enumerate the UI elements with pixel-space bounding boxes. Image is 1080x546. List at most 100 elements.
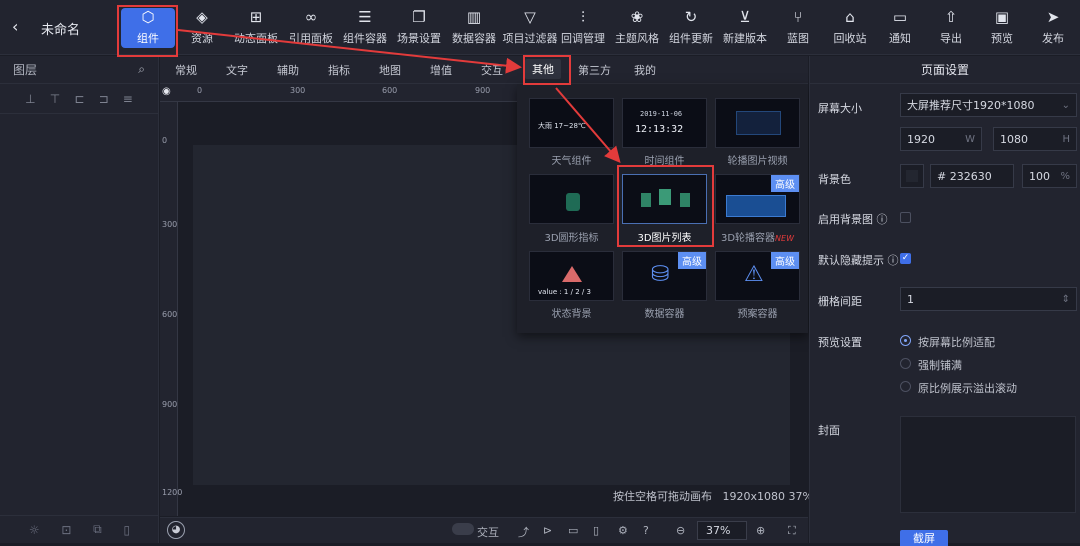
tool-data-container[interactable]: ▥ 数据容器 (450, 0, 498, 55)
mountain-icon (562, 266, 582, 282)
tab-interaction[interactable]: 交互 (481, 62, 503, 78)
zoom-in-icon[interactable]: ⊕ (756, 524, 765, 537)
distribute-icon[interactable]: ≡ (123, 92, 133, 106)
component-label: 天气组件 (551, 156, 592, 167)
fit-screen-icon[interactable]: ⛶ (788, 524, 796, 538)
tool-resource[interactable]: ◈ 资源 (186, 0, 218, 55)
search-icon[interactable]: ⌕ (138, 62, 145, 77)
ruler-label: 300 (162, 220, 178, 229)
tool-notify[interactable]: ▭ 通知 (886, 0, 914, 55)
tab-auxiliary[interactable]: 辅助 (277, 62, 299, 78)
component-label: 时间组件 (644, 156, 685, 167)
tab-general[interactable]: 常规 (175, 62, 197, 78)
tool-component-container[interactable]: ☰ 组件容器 (341, 0, 389, 55)
zoom-input[interactable]: 37% (697, 521, 747, 540)
component-card[interactable] (715, 98, 800, 148)
copy-layer-icon[interactable]: ⧉ (93, 522, 102, 537)
tool-scene-settings[interactable]: ❐ 场景设置 (395, 0, 443, 55)
terminal-icon[interactable]: ⊳ (543, 524, 552, 537)
tab-text[interactable]: 文字 (226, 62, 248, 78)
tool-theme[interactable]: ❀ 主题风格 (613, 0, 661, 55)
bg-opacity-input[interactable]: 100% (1022, 164, 1077, 188)
tab-value-added[interactable]: 增值 (430, 62, 452, 78)
stepper-icon[interactable]: ⇕ (1062, 294, 1070, 305)
align-top-icon[interactable]: ⊤ (50, 92, 60, 106)
screen-size-select[interactable]: 大屏推荐尺寸1920*1080 ⌄ (900, 93, 1077, 117)
tool-component[interactable]: ⬡ 组件 (121, 8, 175, 48)
component-label: 3D圆形指标 (544, 233, 599, 244)
interact-label: 交互 (477, 526, 499, 539)
hide-tip-checkbox[interactable]: ✓ (900, 253, 911, 264)
component-card[interactable]: 高级 (715, 174, 800, 224)
component-card[interactable]: 大雨 17~28℃ (529, 98, 614, 148)
screenshot-button[interactable]: 截屏 (900, 530, 948, 546)
settings-icon[interactable]: ⚙ (618, 524, 628, 537)
tab-other[interactable]: 其他 (525, 59, 561, 79)
tab-mine[interactable]: 我的 (634, 62, 656, 78)
carousel-thumb (736, 111, 781, 135)
component-card[interactable]: 2019-11-06 12:13:32 (622, 98, 707, 148)
eye-icon[interactable]: ◉ (162, 86, 171, 97)
component-card[interactable]: ⚠ 高级 (715, 251, 800, 301)
user-avatar[interactable]: ◕ (167, 521, 185, 539)
tab-indicator[interactable]: 指标 (328, 62, 350, 78)
hide-tip-label: 默认隐藏提示 ⓘ (818, 254, 899, 267)
bg-image-checkbox[interactable] (900, 212, 911, 223)
component-card[interactable] (529, 174, 614, 224)
tab-map[interactable]: 地图 (379, 62, 401, 78)
tool-ref-panel[interactable]: ∞ 引用面板 (287, 0, 335, 55)
align-right-icon[interactable]: ⊐ (99, 92, 109, 106)
page-settings-title: 页面设置 (810, 56, 1080, 84)
radio-fill[interactable] (900, 358, 911, 369)
light-icon[interactable]: ☼ (29, 523, 40, 537)
new-flag: NEW (775, 234, 794, 243)
tool-publish[interactable]: ➤ 发布 (1039, 0, 1067, 55)
chart-icon: ▥ (466, 7, 482, 26)
panel-icon[interactable]: ▯ (593, 524, 599, 537)
tool-component-update[interactable]: ↻ 组件更新 (667, 0, 715, 55)
component-label: 状态背景 (551, 309, 592, 320)
export-icon: ⇧ (944, 7, 958, 26)
ruler-label: 900 (162, 400, 178, 409)
help-icon[interactable]: ? (643, 524, 649, 537)
tab-third-party[interactable]: 第三方 (578, 62, 611, 78)
weather-preview: 大雨 17~28℃ (538, 122, 586, 130)
bg-color-input[interactable]: # 232630 (930, 164, 1014, 188)
align-left-icon[interactable]: ⊏ (74, 92, 84, 106)
tool-dynamic-panel[interactable]: ⊞ 动态面板 (232, 0, 280, 55)
zoom-out-icon[interactable]: ⊖ (676, 524, 685, 537)
top-toolbar: ‹ 未命名 ⬡ 组件 ◈ 资源 ⊞ 动态面板 ∞ 引用面板 ☰ 组件容器 ❐ 场景设置 ▥ 数… (0, 0, 1080, 55)
grid-spacing-input[interactable]: 1 ⇕ (900, 287, 1077, 311)
monitor-icon[interactable]: ▭ (568, 524, 578, 537)
back-icon[interactable]: ‹ (12, 17, 18, 36)
component-label: 数据容器 (644, 309, 685, 320)
width-input[interactable]: 1920 W (900, 127, 982, 151)
tool-export[interactable]: ⇧ 导出 (937, 0, 965, 55)
tool-callback[interactable]: ⫶ 回调管理 (559, 0, 607, 55)
radio-fit-ratio[interactable] (900, 335, 911, 346)
lock-icon[interactable]: ⊡ (61, 523, 71, 537)
project-title[interactable]: 未命名 (41, 19, 80, 38)
component-card[interactable]: ⛁ 高级 (622, 251, 707, 301)
tool-recycle-bin[interactable]: ⌂ 回收站 (831, 0, 869, 55)
ruler-label: 0 (197, 86, 203, 95)
ruler-label: 0 (162, 136, 168, 145)
tool-blueprint[interactable]: ⑂ 蓝图 (784, 0, 812, 55)
ruler-label: 600 (162, 310, 178, 319)
blueprint-icon: ⑂ (793, 7, 803, 26)
height-input[interactable]: 1080 H (993, 127, 1077, 151)
tool-preview[interactable]: ▣ 预览 (988, 0, 1016, 55)
tool-project-filter[interactable]: ▽ 项目过滤器 (501, 0, 559, 55)
cover-label: 封面 (818, 424, 840, 437)
bg-color-swatch[interactable] (900, 164, 924, 188)
delete-icon[interactable]: ▯ (123, 523, 130, 537)
component-card[interactable]: value : 1 / 2 / 3 (529, 251, 614, 301)
radio-original-scroll[interactable] (900, 381, 911, 392)
cover-upload[interactable] (900, 416, 1076, 513)
component-card[interactable] (622, 174, 707, 224)
align-bottom-icon[interactable]: ⊥ (25, 92, 35, 106)
interact-toggle[interactable] (452, 523, 474, 535)
chart-tool-icon[interactable]: ⤴ (518, 524, 529, 540)
tool-new-version[interactable]: ⊻ 新建版本 (721, 0, 769, 55)
ruler-label: 1200 (162, 488, 183, 497)
